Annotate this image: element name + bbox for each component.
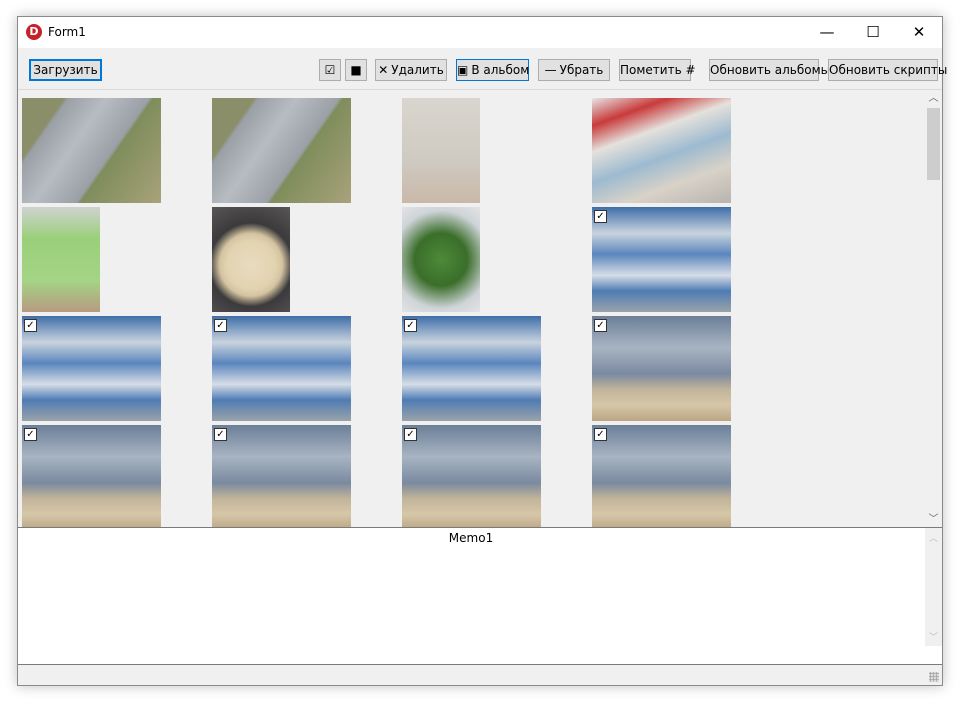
album-icon: ▣	[457, 63, 469, 77]
thumbnail-note[interactable]	[22, 207, 100, 312]
thumbnail-checkbox[interactable]: ✓	[594, 319, 607, 332]
memo-field[interactable]: Memo1 ︿ ﹀	[18, 527, 942, 665]
load-button[interactable]: Загрузить	[29, 59, 102, 81]
memo-scroll-up-icon[interactable]: ︿	[925, 531, 942, 544]
thumbnail-checkbox[interactable]: ✓	[594, 210, 607, 223]
resize-grip-icon[interactable]	[929, 672, 939, 682]
scroll-down-icon[interactable]: ﹀	[925, 511, 942, 528]
check-all-button[interactable]: ☑	[319, 59, 341, 81]
thumbnail-city[interactable]: ✓	[592, 316, 731, 421]
thumbnail-road[interactable]	[212, 98, 351, 203]
scroll-up-icon[interactable]: ︿	[925, 90, 942, 107]
checkbox-filled-icon: ■	[350, 63, 362, 77]
remove-label: Убрать	[559, 63, 604, 77]
thumbnail-checkbox[interactable]: ✓	[404, 319, 417, 332]
update-scripts-button[interactable]: Обновить скрипты	[828, 59, 947, 81]
cross-icon: ✕	[378, 63, 389, 77]
app-icon: D	[26, 24, 42, 40]
status-bar	[18, 665, 942, 685]
delete-label: Удалить	[391, 63, 444, 77]
main-window: D Form1 — ☐ ✕ Загрузить ☑ ■ ✕ Удалить ▣ В …	[17, 16, 947, 686]
scroll-thumb[interactable]	[927, 108, 940, 180]
thumbnail-checkbox[interactable]: ✓	[594, 428, 607, 441]
thumbnail-food[interactable]	[212, 207, 290, 312]
thumbnail-grid: ✓ ✓ ✓ ✓ ✓ ✓ ✓ ✓ ✓ ︿ ﹀	[18, 89, 942, 528]
thumbnail-sky[interactable]: ✓	[592, 207, 731, 312]
checkbox-checked-icon: ☑	[324, 63, 336, 77]
thumbnail-city[interactable]: ✓	[402, 425, 541, 528]
thumbnail-checkbox[interactable]: ✓	[404, 428, 417, 441]
thumbnail-container: ✓ ✓ ✓ ✓ ✓ ✓ ✓ ✓ ✓	[22, 98, 922, 528]
check-none-button[interactable]: ■	[345, 59, 367, 81]
vertical-scrollbar[interactable]: ︿ ﹀	[925, 90, 942, 528]
thumbnail-city[interactable]: ✓	[212, 425, 351, 528]
memo-text: Memo1	[448, 531, 494, 545]
mark-button[interactable]: Пометить #	[619, 59, 696, 81]
remove-button[interactable]: — Убрать	[538, 59, 610, 81]
thumbnail-plant[interactable]	[402, 207, 480, 312]
thumbnail-table[interactable]	[592, 98, 731, 203]
title-bar[interactable]: D Form1 — ☐ ✕	[18, 17, 942, 48]
toolbar: Загрузить ☑ ■ ✕ Удалить ▣ В альбом — Убрать…	[18, 48, 947, 88]
thumbnail-checkbox[interactable]: ✓	[24, 319, 37, 332]
thumbnail-road[interactable]	[22, 98, 161, 203]
thumbnail-sky[interactable]: ✓	[212, 316, 351, 421]
thumbnail-sky[interactable]: ✓	[402, 316, 541, 421]
window-title: Form1	[48, 25, 86, 39]
to-album-button[interactable]: ▣ В альбом	[456, 59, 529, 81]
delete-button[interactable]: ✕ Удалить	[375, 59, 447, 81]
thumbnail-checkbox[interactable]: ✓	[214, 319, 227, 332]
memo-scrollbar[interactable]: ︿ ﹀	[925, 528, 942, 646]
close-button[interactable]: ✕	[896, 17, 942, 48]
thumbnail-city[interactable]: ✓	[592, 425, 731, 528]
thumbnail-city[interactable]: ✓	[22, 425, 161, 528]
update-albums-button[interactable]: Обновить альбомы	[709, 59, 830, 81]
thumbnail-checkbox[interactable]: ✓	[24, 428, 37, 441]
to-album-label: В альбом	[471, 63, 530, 77]
minimize-button[interactable]: —	[804, 17, 850, 48]
maximize-button[interactable]: ☐	[850, 17, 896, 48]
thumbnail-checkbox[interactable]: ✓	[214, 428, 227, 441]
thumbnail-sky[interactable]: ✓	[22, 316, 161, 421]
memo-scroll-down-icon[interactable]: ﹀	[925, 630, 942, 643]
thumbnail-thermo[interactable]	[402, 98, 480, 203]
minus-icon: —	[544, 63, 557, 77]
